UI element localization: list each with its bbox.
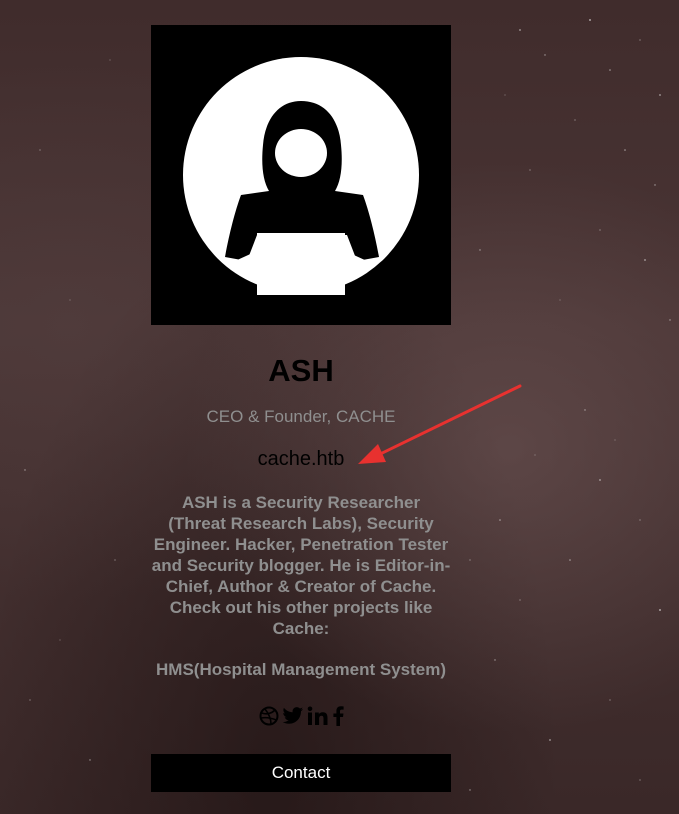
avatar xyxy=(151,25,451,325)
profile-name: ASH xyxy=(268,353,334,388)
social-links xyxy=(151,705,451,727)
dribbble-link[interactable] xyxy=(259,706,279,726)
site-domain: cache.htb xyxy=(257,448,345,470)
linkedin-link[interactable] xyxy=(307,706,329,726)
twitter-link[interactable] xyxy=(281,706,304,726)
profile-bio: ASH is a Security Researcher (Threat Res… xyxy=(151,493,451,638)
linkedin-icon xyxy=(307,706,327,725)
hacker-avatar-icon xyxy=(151,25,451,325)
facebook-link[interactable] xyxy=(332,706,344,726)
contact-button[interactable]: Contact xyxy=(151,754,451,792)
project-name: HMS(Hospital Management System) xyxy=(156,660,446,679)
profile-role: CEO & Founder, CACHE xyxy=(206,407,396,426)
facebook-icon xyxy=(332,706,344,726)
twitter-icon xyxy=(281,707,303,724)
profile-card: ASH CEO & Founder, CACHE cache.htb ASH i… xyxy=(151,25,451,792)
dribbble-icon xyxy=(259,706,278,726)
